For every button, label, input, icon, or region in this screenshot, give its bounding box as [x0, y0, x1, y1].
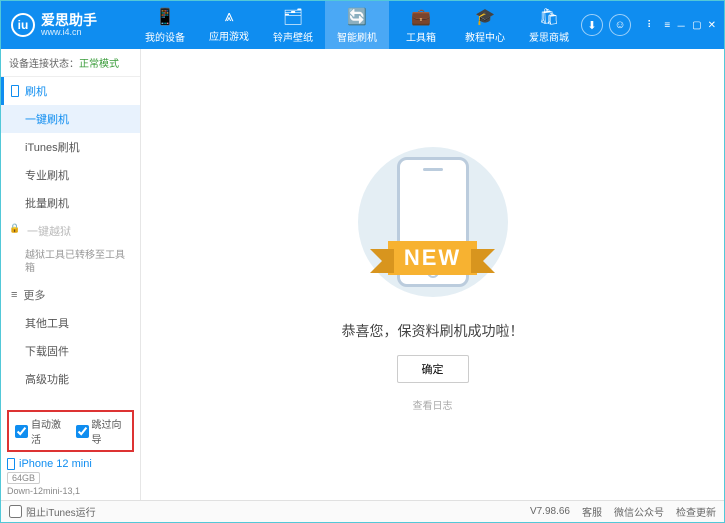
new-ribbon: NEW	[388, 241, 477, 275]
options-highlight-box: 自动激活 跳过向导	[7, 410, 134, 452]
wechat-link[interactable]: 微信公众号	[614, 504, 664, 519]
nav-tab-4[interactable]: 💼 工具箱	[389, 1, 453, 49]
version-label: V7.98.66	[530, 506, 570, 517]
phone-icon	[11, 85, 19, 97]
user-icon[interactable]: ☺	[609, 14, 631, 36]
menu-icon[interactable]: ⠇	[647, 20, 658, 31]
nav-tab-5[interactable]: 🎓 教程中心	[453, 1, 517, 49]
nav-label: 智能刷机	[337, 29, 377, 44]
service-link[interactable]: 客服	[582, 504, 602, 519]
device-name: iPhone 12 mini	[19, 458, 92, 470]
jailbreak-label: 一键越狱	[27, 223, 71, 239]
sidebar-section-flash[interactable]: 刷机	[1, 77, 140, 105]
nav-icon: ⩓	[224, 8, 233, 26]
nav-icon: 📱	[155, 7, 175, 27]
lock-icon	[11, 226, 21, 236]
device-sub: Down-12mini-13,1	[7, 486, 134, 496]
nav-tab-6[interactable]: 🛍 爱思商城	[517, 1, 581, 49]
sidebar-item[interactable]: 批量刷机	[1, 189, 140, 217]
close-icon[interactable]: ✕	[708, 20, 716, 31]
sidebar-item[interactable]: 专业刷机	[1, 161, 140, 189]
nav-label: 我的设备	[145, 29, 185, 44]
auto-activate-checkbox[interactable]: 自动激活	[15, 416, 66, 446]
more-icon: ≡	[11, 289, 17, 301]
nav-icon: 🔄	[347, 7, 367, 27]
nav-icon: 💼	[411, 7, 431, 27]
nav-icon: 🗂	[283, 7, 303, 27]
nav-tab-1[interactable]: ⩓ 应用游戏	[197, 1, 261, 49]
nav-label: 铃声壁纸	[273, 29, 313, 44]
status-label: 设备连接状态：	[9, 59, 79, 70]
confirm-button[interactable]: 确定	[397, 355, 469, 383]
device-info[interactable]: iPhone 12 mini 64GB Down-12mini-13,1	[7, 458, 134, 496]
sidebar-item[interactable]: 高级功能	[1, 365, 140, 393]
logo-area: iu 爱思助手 www.i4.cn	[1, 13, 133, 37]
statusbar: 阻止iTunes运行 V7.98.66 客服 微信公众号 检查更新	[1, 500, 724, 522]
success-illustration: NEW	[348, 137, 518, 307]
device-storage: 64GB	[7, 472, 40, 484]
app-url: www.i4.cn	[41, 27, 97, 37]
titlebar: iu 爱思助手 www.i4.cn 📱 我的设备 ⩓ 应用游戏 🗂 铃声壁纸 🔄 智能刷机 💼 工…	[1, 1, 724, 49]
nav-label: 爱思商城	[529, 29, 569, 44]
nav-label: 教程中心	[465, 29, 505, 44]
nav-tabs: 📱 我的设备 ⩓ 应用游戏 🗂 铃声壁纸 🔄 智能刷机 💼 工具箱 🎓 教程中心 🛍 爱思商城	[133, 1, 581, 49]
app-name: 爱思助手	[41, 13, 97, 27]
nav-tab-2[interactable]: 🗂 铃声壁纸	[261, 1, 325, 49]
view-log-link[interactable]: 查看日志	[413, 397, 453, 412]
update-link[interactable]: 检查更新	[676, 504, 716, 519]
maximize-icon[interactable]: ▢	[692, 20, 701, 31]
minimize-icon[interactable]: －	[676, 18, 686, 33]
window-controls: ⠇ ≡ － ▢ ✕	[639, 18, 724, 33]
nav-tab-0[interactable]: 📱 我的设备	[133, 1, 197, 49]
sidebar-section-jailbreak: 一键越狱	[1, 217, 140, 245]
logo-icon: iu	[11, 13, 35, 37]
jailbreak-note: 越狱工具已转移至工具箱	[1, 245, 140, 281]
section-flash-label: 刷机	[25, 83, 47, 99]
nav-icon: 🎓	[475, 7, 495, 27]
nav-icon: 🛍	[539, 7, 559, 27]
settings-icon[interactable]: ≡	[664, 20, 670, 31]
status-value: 正常模式	[79, 59, 119, 70]
sidebar-item[interactable]: 其他工具	[1, 309, 140, 337]
success-message: 恭喜您，保资料刷机成功啦！	[342, 321, 524, 341]
nav-label: 应用游戏	[209, 28, 249, 43]
main-panel: NEW 恭喜您，保资料刷机成功啦！ 确定 查看日志	[141, 49, 724, 500]
nav-label: 工具箱	[406, 29, 436, 44]
sidebar: 设备连接状态：正常模式 刷机 一键刷机iTunes刷机专业刷机批量刷机 一键越狱…	[1, 49, 141, 500]
nav-tab-3[interactable]: 🔄 智能刷机	[325, 1, 389, 49]
device-phone-icon	[7, 458, 15, 470]
download-icon[interactable]: ⬇	[581, 14, 603, 36]
section-more-label: 更多	[23, 287, 45, 303]
sidebar-item[interactable]: 下载固件	[1, 337, 140, 365]
sidebar-item[interactable]: 一键刷机	[1, 105, 140, 133]
header-right-icons: ⬇ ☺	[581, 14, 639, 36]
sidebar-section-more[interactable]: ≡ 更多	[1, 281, 140, 309]
device-status: 设备连接状态：正常模式	[1, 49, 140, 77]
skip-guide-checkbox[interactable]: 跳过向导	[76, 416, 127, 446]
block-itunes-checkbox[interactable]: 阻止iTunes运行	[9, 504, 96, 519]
sidebar-item[interactable]: iTunes刷机	[1, 133, 140, 161]
